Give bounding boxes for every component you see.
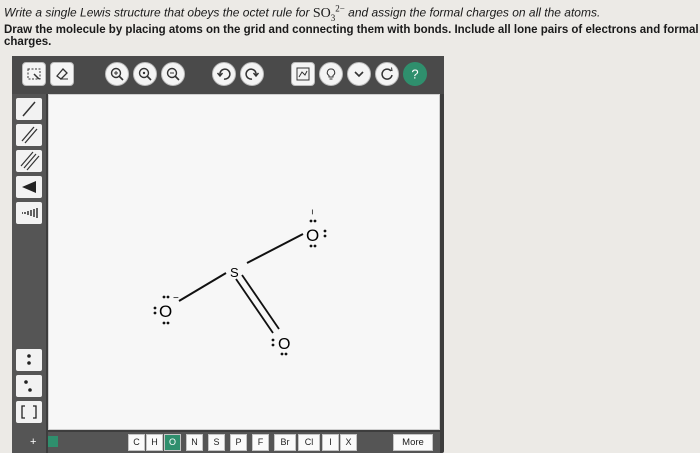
zoom-reset-icon[interactable] [133, 62, 157, 86]
element-x-button[interactable]: X [340, 434, 357, 451]
hash-bond-tool[interactable] [16, 202, 42, 224]
formula-charge: 2− [335, 3, 345, 13]
templates-icon[interactable] [291, 62, 315, 86]
eraser-icon[interactable] [50, 62, 74, 86]
formula-main: SO [312, 5, 331, 21]
element-n-button[interactable]: N [186, 434, 203, 451]
more-elements-button[interactable]: More [393, 434, 433, 451]
element-s-button[interactable]: S [208, 434, 225, 451]
molecule-editor: ? S O − O − O C H O N S P F Br Cl I X Mo… [12, 56, 444, 453]
element-p-button[interactable]: P [230, 434, 247, 451]
element-i-button[interactable]: I [322, 434, 339, 451]
editor-toolbar: ? [12, 56, 444, 94]
double-bond-tool[interactable] [16, 124, 42, 146]
formal-charge-o-left: − [173, 293, 179, 304]
element-f-button[interactable]: F [252, 434, 269, 451]
question-text-prefix: Write a single Lewis structure that obey… [4, 5, 310, 20]
element-cl-button[interactable]: Cl [298, 434, 320, 451]
triple-bond-tool[interactable] [16, 150, 42, 172]
element-c-button[interactable]: C [128, 434, 145, 451]
element-br-button[interactable]: Br [274, 434, 296, 451]
hint-icon[interactable] [319, 62, 343, 86]
question-text-suffix: and assign the formal charges on all the… [348, 5, 601, 20]
question-line-1: Write a single Lewis structure that obey… [4, 3, 600, 22]
radical-tool[interactable] [16, 375, 42, 397]
single-bond-s-o-left[interactable] [178, 272, 227, 302]
formula: SO32− [312, 3, 345, 23]
undo-icon[interactable] [212, 62, 236, 86]
atom-o-bottom[interactable]: O [278, 336, 290, 353]
redo-icon[interactable] [240, 62, 264, 86]
atom-o-left[interactable]: O [159, 302, 172, 321]
formula-subscript: 3 [330, 12, 336, 23]
element-bar: C H O N S P F Br Cl I X More [48, 432, 440, 453]
zoom-in-icon[interactable] [105, 62, 129, 86]
help-icon[interactable]: ? [403, 62, 427, 86]
element-o-button[interactable]: O [164, 434, 181, 451]
wedge-bond-tool[interactable] [16, 176, 42, 198]
atom-s[interactable]: S [230, 265, 239, 280]
zoom-out-icon[interactable] [161, 62, 185, 86]
element-h-button[interactable]: H [146, 434, 163, 451]
double-bond-s-o[interactable] [235, 274, 280, 334]
lewis-structure: S O − O − O [153, 209, 327, 356]
drawing-canvas[interactable]: S O − O − O [48, 94, 440, 430]
single-bond-s-o-right[interactable] [246, 233, 304, 264]
formal-charge-o-right: − [306, 209, 317, 215]
question-line-2: Draw the molecule by placing atoms on th… [4, 24, 699, 48]
svg-text:?: ? [411, 67, 418, 82]
tool-sidebar [12, 94, 46, 453]
charge-minus-tool[interactable] [48, 436, 58, 447]
clear-icon[interactable] [375, 62, 399, 86]
atom-o-right[interactable]: O [306, 226, 319, 245]
lone-pair-tool[interactable] [16, 349, 42, 371]
single-bond-tool[interactable] [16, 98, 42, 120]
select-lasso-icon[interactable] [22, 62, 46, 86]
expand-icon[interactable] [347, 62, 371, 86]
bracket-tool[interactable] [16, 401, 42, 423]
charge-plus-tool[interactable]: + [30, 436, 36, 448]
